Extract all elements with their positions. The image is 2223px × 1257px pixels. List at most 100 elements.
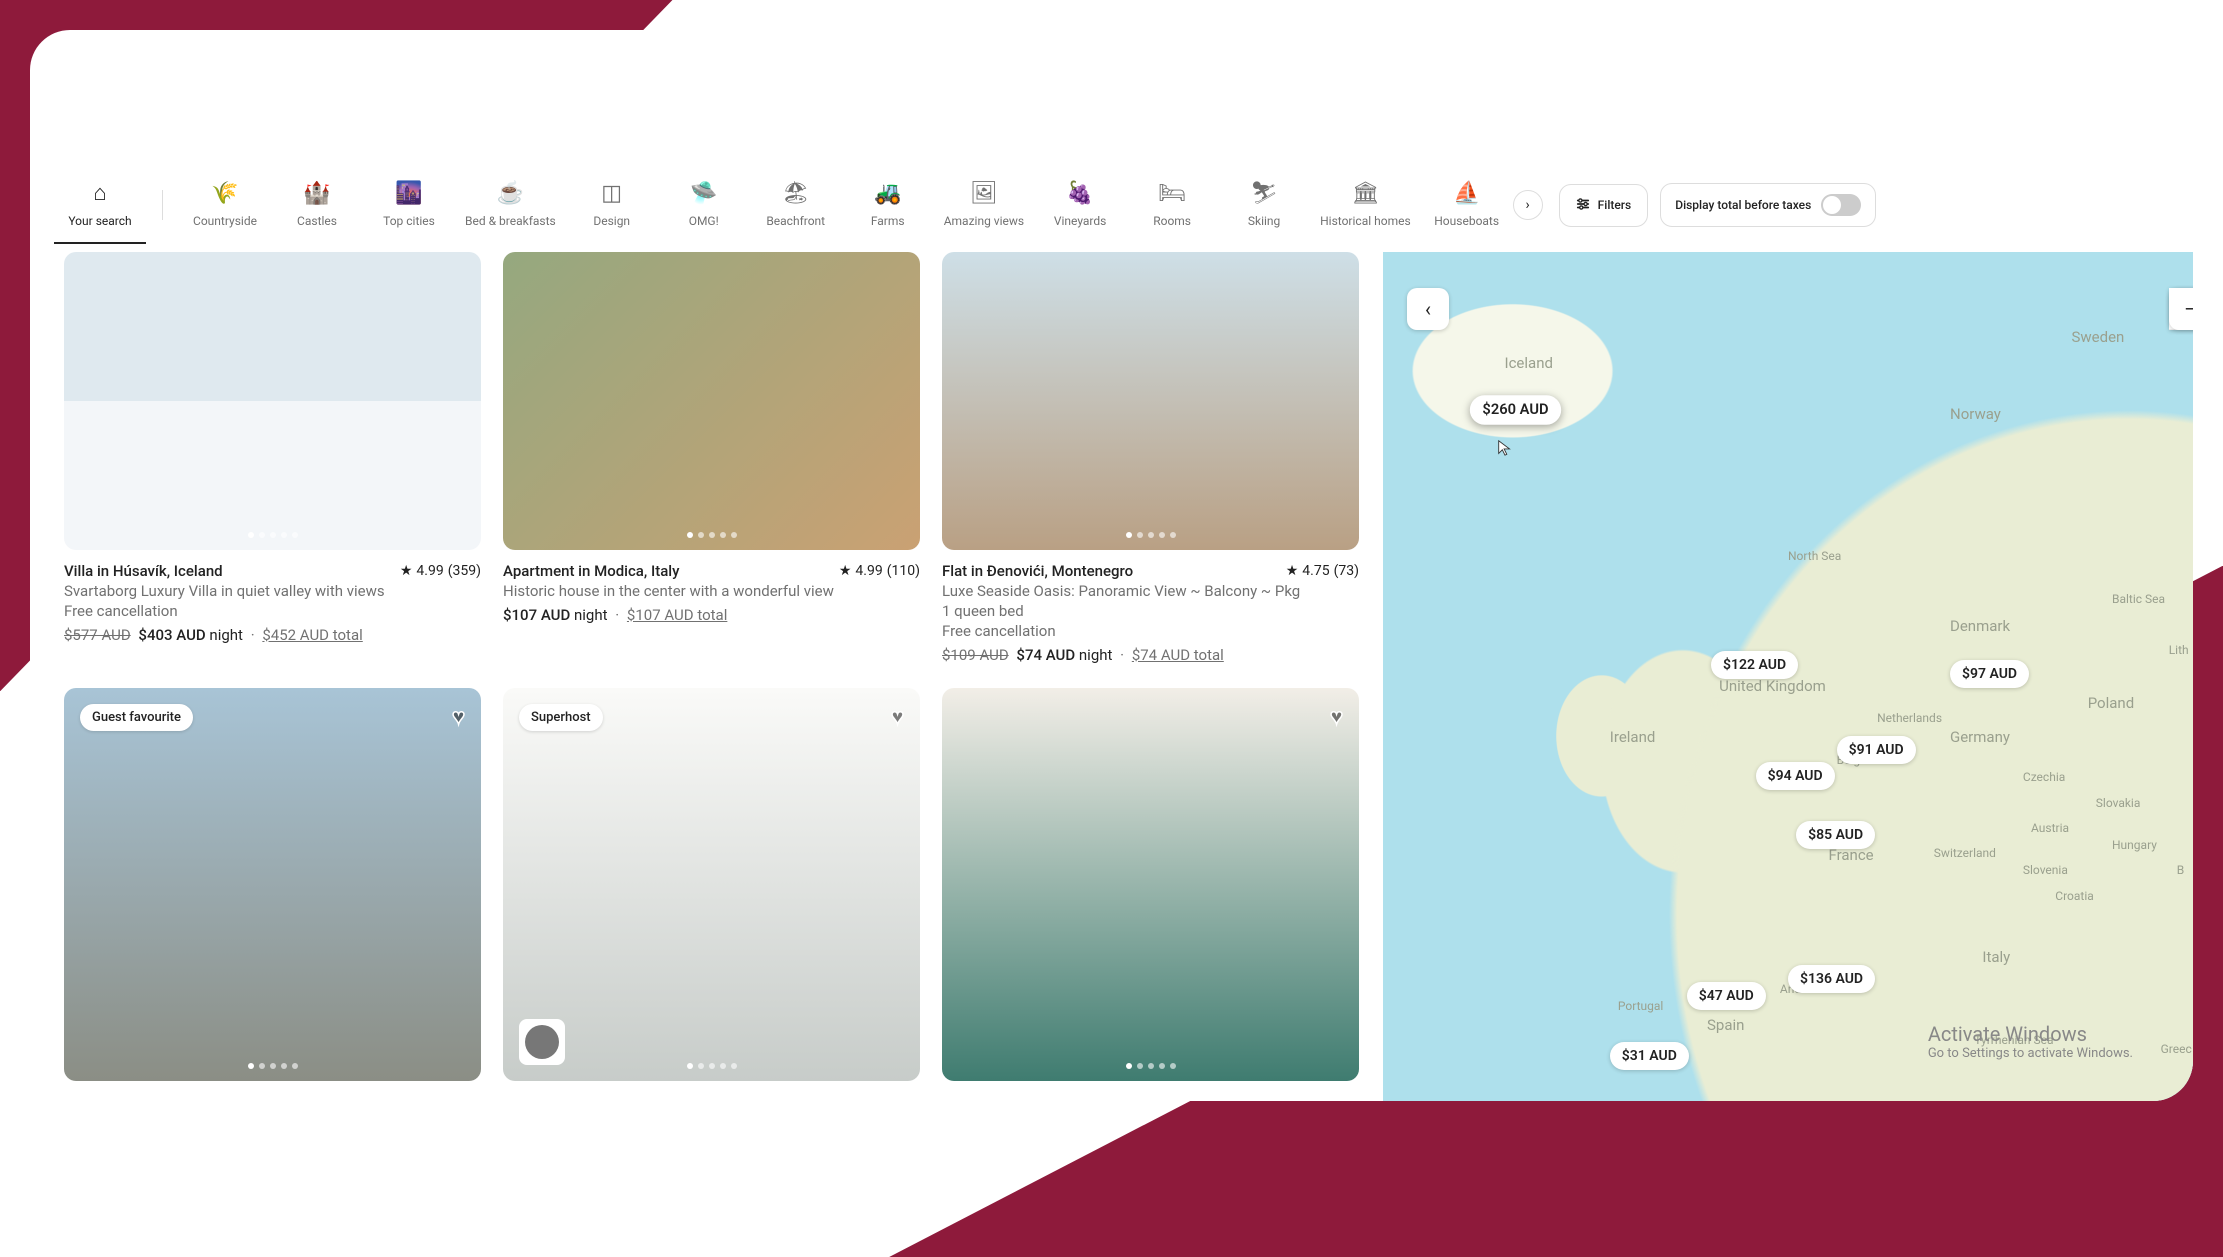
listing-total[interactable]: $452 AUD total <box>262 626 362 644</box>
listing-sub2: Free cancellation <box>942 622 1359 640</box>
category-rooms[interactable]: 🛏 Rooms <box>1126 180 1218 244</box>
category-amazing-views[interactable]: 🖼 Amazing views <box>934 180 1034 244</box>
map-price-pill[interactable]: $85 AUD <box>1796 821 1875 849</box>
listing-badge: Superhost <box>519 704 603 731</box>
category-skiing[interactable]: ⛷ Skiing <box>1218 180 1310 244</box>
farm-icon: 🚜 <box>874 180 901 206</box>
listing-card[interactable]: Guest favourite ♥ <box>64 688 481 1081</box>
castle-icon: 🏰 <box>303 180 330 206</box>
category-farms[interactable]: 🚜 Farms <box>842 180 934 244</box>
category-vineyards[interactable]: 🍇 Vineyards <box>1034 180 1126 244</box>
map-price-pill[interactable]: $94 AUD <box>1756 762 1835 790</box>
category-label: Bed & breakfasts <box>465 214 556 228</box>
category-label: Farms <box>871 214 905 228</box>
listing-card[interactable]: Flat in Đenovići, Montenegro ★ 4.75 (73)… <box>942 252 1359 664</box>
category-label: Amazing views <box>944 214 1024 228</box>
listing-desc: Historic house in the center with a wond… <box>503 582 920 600</box>
chevron-left-icon: ‹ <box>1425 297 1431 321</box>
listing-card[interactable]: Apartment in Modica, Italy ★ 4.99 (110) … <box>503 252 920 664</box>
map-price-pill[interactable]: $260 AUD <box>1470 396 1561 425</box>
home-icon: ⌂ <box>93 180 106 206</box>
map-price-pill[interactable]: $97 AUD <box>1950 660 2029 688</box>
carousel-dots[interactable] <box>64 532 481 538</box>
category-label: Skiing <box>1248 214 1280 228</box>
listing-sub: 1 queen bed <box>942 602 1359 620</box>
category-castles[interactable]: 🏰 Castles <box>271 180 363 244</box>
listing-desc: Luxe Seaside Oasis: Panoramic View ~ Bal… <box>942 582 1359 600</box>
display-total-toggle[interactable]: Display total before taxes <box>1660 183 1876 227</box>
heart-icon[interactable]: ♥ <box>891 704 904 730</box>
listing-desc: Svartaborg Luxury Villa in quiet valley … <box>64 582 481 600</box>
star-icon: ★ <box>400 563 413 579</box>
listing-card[interactable]: Villa in Húsavík, Iceland ★ 4.99 (359) S… <box>64 252 481 664</box>
listing-image[interactable] <box>942 252 1359 550</box>
listing-title: Flat in Đenovići, Montenegro <box>942 562 1133 580</box>
category-label: Vineyards <box>1054 214 1107 228</box>
category-label: OMG! <box>689 214 719 228</box>
category-historical[interactable]: 🏛 Historical homes <box>1310 180 1421 244</box>
category-separator <box>162 190 163 220</box>
grape-icon: 🍇 <box>1066 180 1093 206</box>
map-collapse-button[interactable]: ‹ <box>1407 288 1449 330</box>
category-bar: ⌂ Your search 🌾 Countryside 🏰 Castles 🌆 … <box>30 30 2193 244</box>
carousel-dots[interactable] <box>503 1063 920 1069</box>
listings-grid: Villa in Húsavík, Iceland ★ 4.99 (359) S… <box>30 252 1383 1101</box>
star-icon: ★ <box>1286 563 1299 579</box>
coffee-icon: ☕ <box>497 180 524 206</box>
ski-icon: ⛷ <box>1250 180 1278 206</box>
heart-icon[interactable]: ♥ <box>1330 704 1343 730</box>
category-beachfront[interactable]: 🏖 Beachfront <box>750 180 842 244</box>
filters-button[interactable]: Filters <box>1559 184 1649 227</box>
carousel-dots[interactable] <box>503 532 920 538</box>
countryside-icon: 🌾 <box>211 180 238 206</box>
listing-image[interactable]: ♥ <box>942 688 1359 1081</box>
zoom-out-button[interactable]: − <box>2169 288 2193 330</box>
bed-icon: 🛏 <box>1158 180 1186 206</box>
carousel-dots[interactable] <box>942 532 1359 538</box>
map-panel[interactable]: ‹ + − IcelandNorwaySwedenNorth SeaUnited… <box>1383 252 2193 1101</box>
category-top-cities[interactable]: 🌆 Top cities <box>363 180 455 244</box>
beach-icon: 🏖 <box>782 180 810 206</box>
display-total-label: Display total before taxes <box>1675 198 1811 212</box>
category-design[interactable]: ◫ Design <box>566 180 658 244</box>
map-price-pill[interactable]: $31 AUD <box>1610 1042 1689 1070</box>
carousel-dots[interactable] <box>64 1063 481 1069</box>
map-price-pill[interactable]: $91 AUD <box>1837 736 1916 764</box>
category-label: Design <box>593 214 630 228</box>
listing-price: $577 AUD $403 AUD night · $452 AUD total <box>64 626 481 644</box>
toggle-switch[interactable] <box>1821 194 1861 216</box>
chevron-right-icon: › <box>1526 197 1530 213</box>
map-price-pill[interactable]: $136 AUD <box>1788 965 1875 993</box>
listing-card[interactable]: ♥ <box>942 688 1359 1081</box>
star-icon: ★ <box>839 563 852 579</box>
listing-total[interactable]: $74 AUD total <box>1132 646 1224 664</box>
map-price-pill[interactable]: $122 AUD <box>1711 651 1798 679</box>
category-label: Castles <box>297 214 337 228</box>
heart-icon[interactable]: ♥ <box>452 704 465 730</box>
category-bnb[interactable]: ☕ Bed & breakfasts <box>455 180 566 244</box>
category-countryside[interactable]: 🌾 Countryside <box>179 180 271 244</box>
category-next-button[interactable]: › <box>1513 190 1543 220</box>
listing-image[interactable] <box>64 252 481 550</box>
minus-icon: − <box>2184 297 2193 321</box>
category-houseboats[interactable]: ⛵ Houseboats <box>1421 180 1513 244</box>
listing-image[interactable]: Superhost ♥ <box>503 688 920 1081</box>
host-avatar[interactable] <box>519 1019 565 1065</box>
listing-title: Villa in Húsavík, Iceland <box>64 562 223 580</box>
category-label: Countryside <box>193 214 257 228</box>
listing-rating: ★ 4.99 (110) <box>839 562 920 580</box>
category-label: Beachfront <box>766 214 825 228</box>
listing-card[interactable]: Superhost ♥ <box>503 688 920 1081</box>
carousel-dots[interactable] <box>942 1063 1359 1069</box>
app-window: ⌂ Your search 🌾 Countryside 🏰 Castles 🌆 … <box>30 30 2193 1101</box>
historical-icon: 🏛 <box>1351 180 1379 206</box>
category-label: Houseboats <box>1434 214 1499 228</box>
design-icon: ◫ <box>601 180 622 206</box>
category-your-search[interactable]: ⌂ Your search <box>54 180 146 244</box>
listing-image[interactable] <box>503 252 920 550</box>
listing-sub: Free cancellation <box>64 602 481 620</box>
category-omg[interactable]: 🛸 OMG! <box>658 180 750 244</box>
listing-image[interactable]: Guest favourite ♥ <box>64 688 481 1081</box>
map-price-pill[interactable]: $47 AUD <box>1687 982 1766 1010</box>
listing-total[interactable]: $107 AUD total <box>627 606 727 624</box>
